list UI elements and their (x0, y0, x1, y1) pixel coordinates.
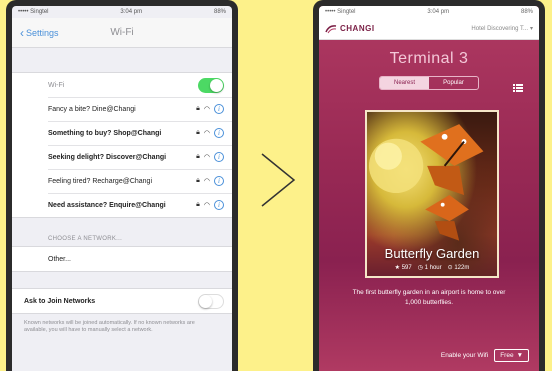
footer-note: Known networks will be joined automatica… (24, 320, 195, 334)
ask-to-join-label: Ask to Join Networks (24, 297, 96, 305)
network-row[interactable]: Fancy a bite? Dine@Changi 🔒︎ ◠ i (12, 97, 232, 121)
other-group: Other... (12, 246, 232, 272)
battery-label: 88% (520, 9, 533, 15)
list-view-icon[interactable] (513, 84, 523, 92)
network-name: Feeling tired? Recharge@Changi (48, 177, 152, 185)
network-name: Seeking delight? Discover@Changi (48, 153, 167, 161)
wifi-bar: Enable your Wifi Free ▼ (319, 339, 539, 371)
wifi-icon: ◠ (203, 106, 210, 113)
nav-bar: ‹ Settings Wi-Fi (12, 18, 232, 48)
network-row[interactable]: Need assistance? Enquire@Changi 🔒︎ ◠ i (12, 193, 232, 217)
wifi-toggle[interactable] (198, 77, 224, 93)
network-name: Fancy a bite? Dine@Changi (48, 105, 136, 113)
other-network-row[interactable]: Other... (12, 247, 232, 271)
card-title: Butterfly Garden (384, 246, 480, 261)
changi-logo-icon (325, 24, 337, 33)
battery-label: 88% (213, 9, 226, 15)
chevron-right-icon (261, 153, 296, 207)
wifi-settings-screen: ••••• Singtel 3:04 pm 88% ‹ Settings Wi-… (12, 6, 232, 371)
info-icon[interactable]: i (214, 128, 224, 138)
other-label: Other... (48, 255, 71, 263)
wifi-icon: ◠ (203, 130, 210, 137)
back-label: Settings (26, 27, 59, 38)
app-header: CHANGI Hotel Discovering T... ▾ (319, 18, 539, 40)
duration-value: 1 hour (424, 265, 442, 271)
wifi-icon: ▼ (516, 351, 523, 359)
wifi-toggle-row: Wi-Fi (12, 73, 232, 97)
carrier-label: ••••• Singtel (18, 9, 49, 15)
wifi-icon: ◠ (203, 154, 210, 161)
time-label: 3:04 pm (427, 9, 450, 15)
status-bar: ••••• Singtel 3:04 pm 88% (319, 6, 539, 18)
location-pin-icon: ⊙ (447, 265, 453, 271)
distance-value: 122m (454, 265, 470, 271)
chevron-left-icon: ‹ (20, 25, 24, 40)
ask-to-join-row: Ask to Join Networks (12, 289, 232, 313)
clock-icon: ◷ (417, 265, 423, 271)
free-label: Free (500, 351, 514, 359)
enable-wifi-label: Enable your Wifi (440, 351, 489, 359)
ask-group: Ask to Join Networks (12, 288, 232, 314)
brand-label: CHANGI (340, 24, 375, 33)
lock-icon: 🔒︎ (196, 177, 200, 184)
info-icon[interactable]: i (214, 104, 224, 114)
network-row[interactable]: Something to buy? Shop@Changi 🔒︎ ◠ i (12, 121, 232, 145)
right-phone: ••••• Singtel 3:04 pm 88% CHANGI Hotel D… (313, 0, 545, 371)
free-wifi-button[interactable]: Free ▼ (494, 348, 529, 362)
rating-value: 597 (401, 265, 412, 271)
network-name: Something to buy? Shop@Changi (48, 129, 162, 137)
info-icon[interactable]: i (214, 152, 224, 162)
lock-icon: 🔒︎ (196, 201, 200, 208)
carrier-label: ••••• Singtel (325, 9, 356, 15)
chevron-down-icon: ▾ (529, 26, 533, 32)
time-label: 3:04 pm (120, 9, 143, 15)
info-icon[interactable]: i (214, 200, 224, 210)
location-dropdown[interactable]: Hotel Discovering T... ▾ (471, 25, 533, 33)
info-icon[interactable]: i (214, 176, 224, 186)
changi-logo: CHANGI (325, 24, 375, 34)
tab-switcher: Nearest Popular (379, 76, 479, 90)
wifi-group: Wi-Fi Fancy a bite? Dine@Changi 🔒︎ ◠ i S… (12, 72, 232, 218)
network-name: Need assistance? Enquire@Changi (48, 201, 166, 209)
changi-app-screen: ••••• Singtel 3:04 pm 88% CHANGI Hotel D… (319, 6, 539, 371)
tab-nearest[interactable]: Nearest (380, 77, 429, 89)
left-phone: ••••• Singtel 3:04 pm 88% ‹ Settings Wi-… (6, 0, 238, 371)
lock-icon: 🔒︎ (196, 153, 200, 160)
network-row[interactable]: Feeling tired? Recharge@Changi 🔒︎ ◠ i (12, 169, 232, 193)
lock-icon: 🔒︎ (196, 129, 200, 136)
star-icon: ★ (394, 265, 401, 271)
wifi-icon: ◠ (203, 202, 210, 209)
attraction-description: The first butterfly garden in an airport… (352, 289, 506, 306)
wifi-label: Wi-Fi (48, 81, 65, 89)
location-label: Hotel Discovering T... (471, 25, 528, 32)
lock-icon: 🔒︎ (196, 105, 200, 112)
tab-popular[interactable]: Popular (429, 77, 478, 89)
wifi-icon: ◠ (203, 178, 210, 185)
back-button[interactable]: ‹ Settings (12, 26, 59, 40)
ask-to-join-toggle[interactable] (198, 293, 224, 309)
terminal-title: Terminal 3 (389, 50, 469, 67)
choose-network-header: CHOOSE A NETWORK... (48, 236, 123, 242)
status-bar: ••••• Singtel 3:04 pm 88% (12, 6, 232, 18)
card-meta: ★ 597 ◷ 1 hour ⊙ 122m (367, 264, 497, 271)
network-row[interactable]: Seeking delight? Discover@Changi 🔒︎ ◠ i (12, 145, 232, 169)
attraction-card[interactable]: Butterfly Garden ★ 597 ◷ 1 hour ⊙ 122m (365, 110, 499, 278)
